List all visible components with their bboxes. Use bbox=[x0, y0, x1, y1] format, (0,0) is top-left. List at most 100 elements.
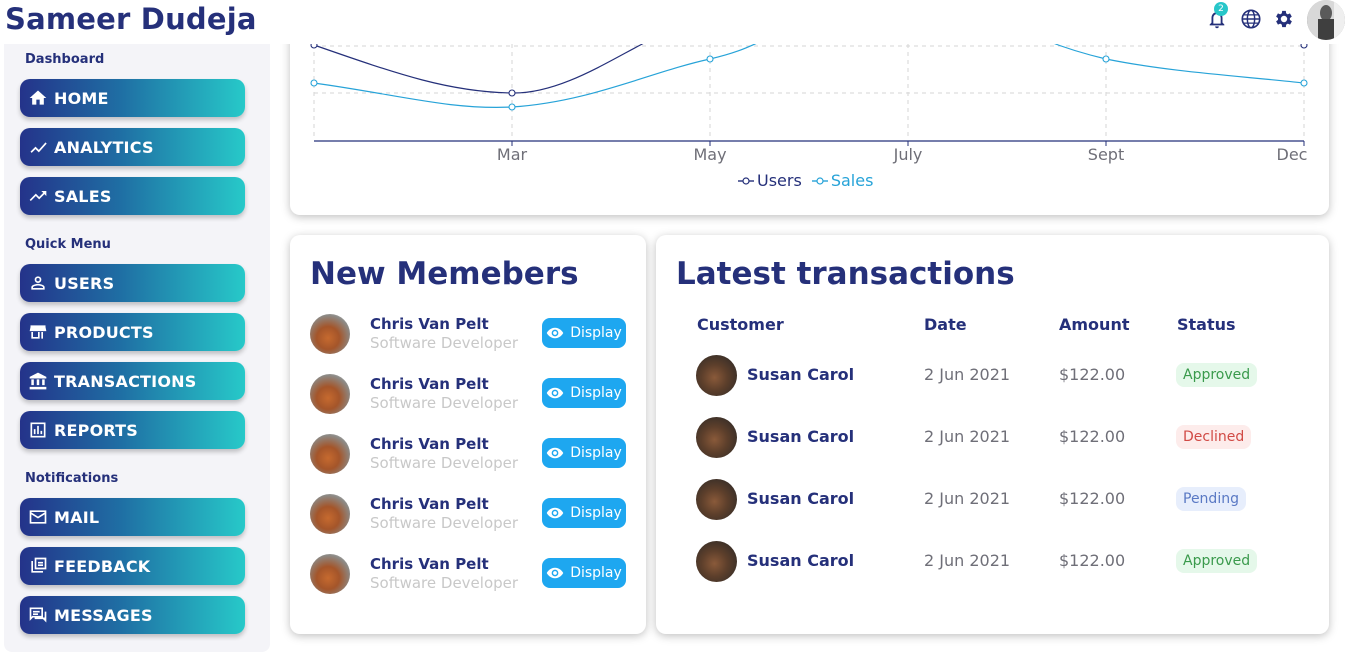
member-item: Chris Van Pelt Software Developer Displa… bbox=[310, 314, 630, 356]
status-badge: Pending bbox=[1176, 487, 1246, 511]
transaction-date: 2 Jun 2021 bbox=[924, 427, 1011, 446]
member-job: Software Developer bbox=[370, 394, 519, 412]
x-tick-label: July bbox=[893, 145, 923, 164]
gear-icon[interactable] bbox=[1273, 8, 1295, 30]
sidebar-item-reports[interactable]: REPORTS bbox=[20, 411, 245, 449]
line-chart-icon bbox=[30, 142, 47, 153]
customer-name: Susan Carol bbox=[747, 489, 855, 508]
sidebar-item-messages[interactable]: MESSAGES bbox=[20, 596, 245, 634]
x-tick-label: Mar bbox=[497, 145, 528, 164]
legend-label: Users bbox=[757, 171, 802, 190]
sidebar-item-label: MAIL bbox=[54, 507, 100, 527]
storefront-icon bbox=[29, 325, 47, 339]
status-badge: Approved bbox=[1176, 363, 1258, 387]
column-header-date: Date bbox=[924, 315, 967, 334]
legend-item-sales[interactable]: Sales bbox=[811, 171, 874, 190]
transaction-amount: $122.00 bbox=[1059, 489, 1126, 508]
display-button[interactable]: Display bbox=[542, 438, 626, 468]
section-title-quick-menu: Quick Menu bbox=[25, 237, 111, 252]
customer-avatar bbox=[696, 541, 737, 582]
section-title-dashboard: Dashboard bbox=[25, 52, 105, 67]
series-sales-point bbox=[310, 79, 318, 87]
sidebar: Dashboard HOME ANALYTICS SALES Quick Men… bbox=[4, 44, 270, 652]
x-tick-label: May bbox=[693, 145, 726, 164]
series-sales-line bbox=[313, 39, 765, 108]
eye-icon bbox=[546, 567, 564, 579]
customer-name: Susan Carol bbox=[747, 365, 855, 384]
bank-icon bbox=[29, 372, 47, 390]
status-badge: Approved bbox=[1176, 549, 1258, 573]
bar-chart-icon bbox=[30, 422, 46, 438]
series-sales-point bbox=[1300, 79, 1308, 87]
display-button-label: Display bbox=[570, 325, 622, 341]
chat-icon bbox=[29, 607, 47, 623]
display-button[interactable]: Display bbox=[542, 498, 626, 528]
sidebar-item-label: HOME bbox=[54, 88, 109, 108]
customer-avatar bbox=[696, 417, 737, 458]
display-button-label: Display bbox=[570, 565, 622, 581]
sidebar-item-label: SALES bbox=[54, 186, 112, 206]
table-row: Susan Carol 2 Jun 2021 $122.00 Approved bbox=[696, 355, 1296, 397]
column-header-customer: Customer bbox=[697, 315, 784, 334]
sidebar-item-mail[interactable]: MAIL bbox=[20, 498, 245, 536]
transactions-title: Latest transactions bbox=[676, 256, 1015, 292]
member-name: Chris Van Pelt bbox=[370, 435, 489, 453]
sidebar-item-label: FEEDBACK bbox=[54, 556, 151, 576]
series-users-line bbox=[313, 39, 651, 94]
globe-icon[interactable] bbox=[1240, 8, 1262, 30]
sidebar-item-label: TRANSACTIONS bbox=[54, 371, 197, 391]
person-icon bbox=[31, 276, 45, 290]
feedback-icon bbox=[31, 557, 47, 573]
sidebar-item-analytics[interactable]: ANALYTICS bbox=[20, 128, 245, 166]
member-avatar bbox=[310, 494, 350, 534]
legend-label: Sales bbox=[830, 171, 874, 190]
member-job: Software Developer bbox=[370, 574, 519, 592]
display-button[interactable]: Display bbox=[542, 378, 626, 408]
transaction-amount: $122.00 bbox=[1059, 551, 1126, 570]
series-sales-point bbox=[1102, 55, 1110, 63]
transaction-amount: $122.00 bbox=[1059, 365, 1126, 384]
member-item: Chris Van Pelt Software Developer Displa… bbox=[310, 374, 630, 416]
eye-icon bbox=[546, 327, 564, 339]
member-avatar bbox=[310, 374, 350, 414]
transaction-amount: $122.00 bbox=[1059, 427, 1126, 446]
member-avatar bbox=[310, 434, 350, 474]
column-header-amount: Amount bbox=[1059, 315, 1130, 334]
app-title: Sameer Dudeja bbox=[5, 2, 257, 36]
member-avatar bbox=[310, 554, 350, 594]
table-row: Susan Carol 2 Jun 2021 $122.00 Pending bbox=[696, 479, 1296, 521]
display-button-label: Display bbox=[570, 445, 622, 461]
transaction-date: 2 Jun 2021 bbox=[924, 551, 1011, 570]
sidebar-item-users[interactable]: USERS bbox=[20, 264, 245, 302]
top-bar: Sameer Dudeja 2 bbox=[0, 0, 1346, 44]
member-name: Chris Van Pelt bbox=[370, 375, 489, 393]
profile-avatar[interactable] bbox=[1307, 0, 1345, 40]
table-row: Susan Carol 2 Jun 2021 $122.00 Approved bbox=[696, 541, 1296, 583]
sidebar-item-label: MESSAGES bbox=[54, 605, 153, 625]
sidebar-item-products[interactable]: PRODUCTS bbox=[20, 313, 245, 351]
display-button-label: Display bbox=[570, 385, 622, 401]
member-avatar bbox=[310, 314, 350, 354]
x-tick-label: Sept bbox=[1088, 145, 1124, 164]
member-name: Chris Van Pelt bbox=[370, 495, 489, 513]
legend-item-users[interactable]: Users bbox=[738, 171, 802, 190]
sidebar-item-sales[interactable]: SALES bbox=[20, 177, 245, 215]
customer-avatar bbox=[696, 479, 737, 520]
display-button[interactable]: Display bbox=[542, 318, 626, 348]
home-icon bbox=[29, 90, 47, 105]
sidebar-item-transactions[interactable]: TRANSACTIONS bbox=[20, 362, 245, 400]
transaction-date: 2 Jun 2021 bbox=[924, 489, 1011, 508]
member-job: Software Developer bbox=[370, 514, 519, 532]
member-name: Chris Van Pelt bbox=[370, 555, 489, 573]
sidebar-item-home[interactable]: HOME bbox=[20, 79, 245, 117]
display-button-label: Display bbox=[570, 505, 622, 521]
series-sales-point bbox=[508, 103, 516, 111]
new-members-title: New Memebers bbox=[310, 256, 579, 292]
eye-icon bbox=[546, 507, 564, 519]
series-sales-point bbox=[706, 55, 714, 63]
customer-name: Susan Carol bbox=[747, 427, 855, 446]
display-button[interactable]: Display bbox=[542, 558, 626, 588]
table-row: Susan Carol 2 Jun 2021 $122.00 Declined bbox=[696, 417, 1296, 459]
sidebar-item-feedback[interactable]: FEEDBACK bbox=[20, 547, 245, 585]
member-item: Chris Van Pelt Software Developer Displa… bbox=[310, 554, 630, 596]
